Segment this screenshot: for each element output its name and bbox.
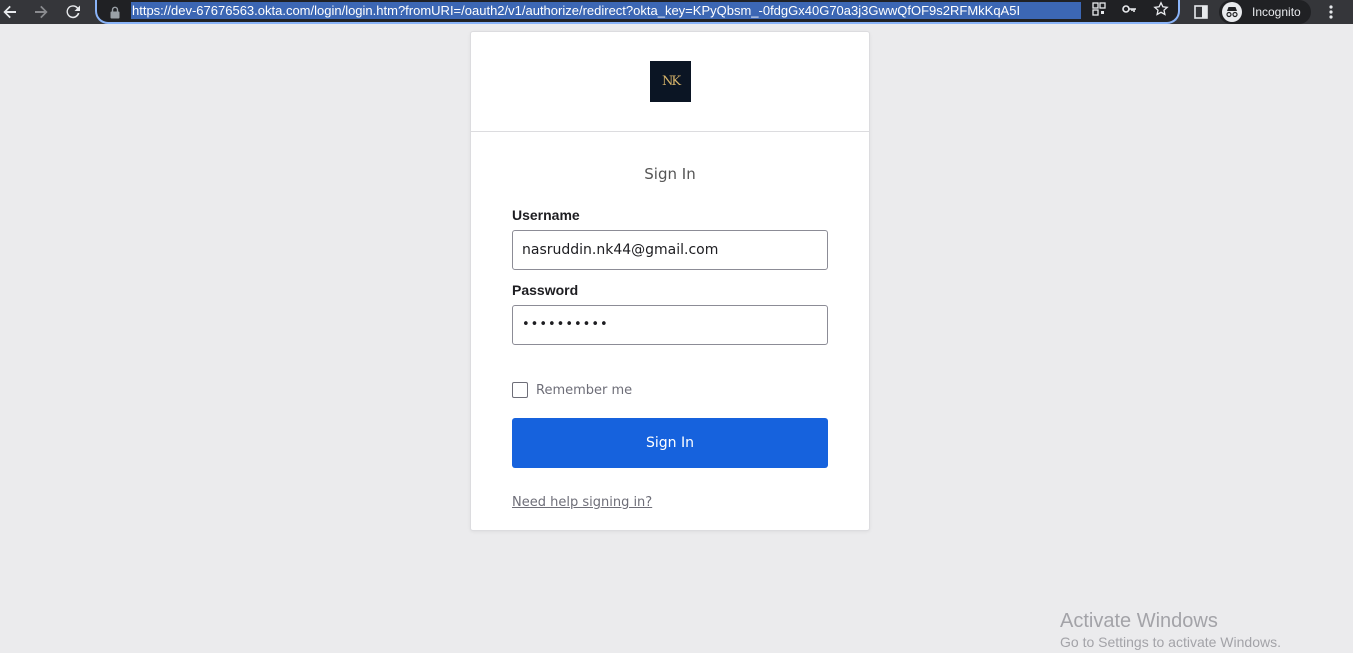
more-icon[interactable] — [1322, 0, 1340, 24]
help-link[interactable]: Need help signing in? — [512, 495, 652, 510]
back-icon[interactable] — [0, 0, 20, 24]
password-label: Password — [512, 282, 579, 298]
page-title: Sign In — [644, 165, 696, 183]
card-header: NK — [471, 32, 869, 132]
browser-toolbar: https://dev-67676563.okta.com/login/logi… — [0, 0, 1353, 24]
remember-me-label[interactable]: Remember me — [536, 383, 632, 398]
sign-in-button[interactable]: Sign In — [512, 418, 828, 468]
watermark-subtitle: Go to Settings to activate Windows. — [1060, 634, 1281, 650]
forward-icon[interactable] — [31, 0, 51, 24]
side-panel-icon[interactable] — [1192, 0, 1210, 24]
windows-watermark: Activate Windows Go to Settings to activ… — [1060, 610, 1281, 652]
signin-card: NK Sign In Username nasruddin.nk44@gmail… — [470, 31, 870, 531]
remember-me[interactable]: Remember me — [512, 382, 632, 398]
username-label: Username — [512, 207, 580, 223]
incognito-icon — [1222, 2, 1242, 22]
logo-text: NK — [661, 74, 681, 89]
incognito-badge[interactable]: Incognito — [1219, 0, 1311, 24]
reload-icon[interactable] — [63, 0, 83, 24]
username-input[interactable]: nasruddin.nk44@gmail.com — [512, 230, 828, 270]
qr-code-icon[interactable] — [1091, 1, 1107, 21]
url-text[interactable]: https://dev-67676563.okta.com/login/logi… — [131, 2, 1081, 19]
lock-icon[interactable] — [110, 4, 120, 23]
star-icon[interactable] — [1153, 1, 1169, 21]
brand-logo: NK — [650, 61, 691, 102]
password-input[interactable]: •••••••••• — [512, 305, 828, 345]
remember-me-checkbox[interactable] — [512, 382, 528, 398]
watermark-title: Activate Windows — [1060, 610, 1218, 632]
key-icon[interactable] — [1121, 1, 1137, 21]
address-bar[interactable]: https://dev-67676563.okta.com/login/logi… — [95, 0, 1180, 24]
incognito-label: Incognito — [1252, 5, 1301, 19]
